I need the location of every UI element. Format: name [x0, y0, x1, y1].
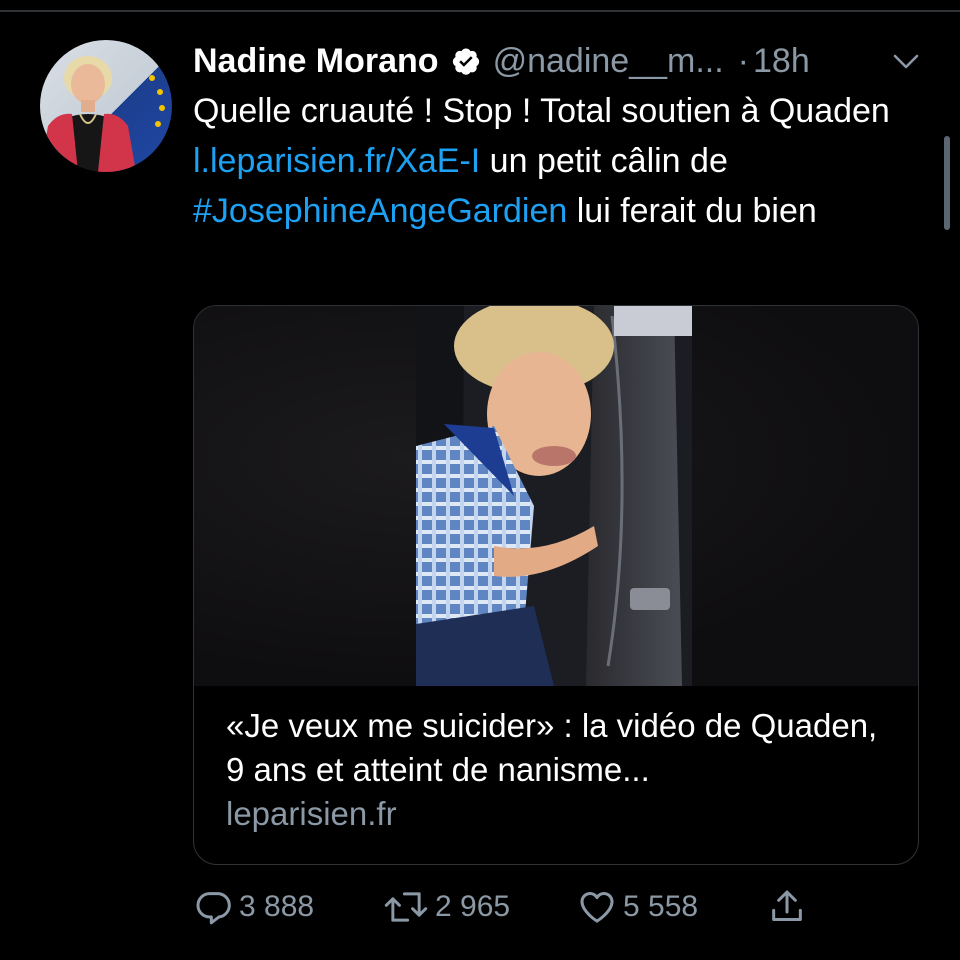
tweet-actions: 3 888 2 965 5 558 — [193, 885, 913, 929]
reply-icon — [196, 892, 231, 925]
card-image[interactable] — [194, 306, 918, 686]
reply-button[interactable]: 3 888 — [193, 885, 314, 929]
tweet-text-part: un petit câlin de — [480, 142, 728, 180]
tweet-header: Nadine Morano @nadine__m... · 18h — [193, 38, 810, 84]
like-button[interactable]: 5 558 — [577, 885, 698, 929]
author-name[interactable]: Nadine Morano — [193, 42, 439, 81]
retweet-count: 2 965 — [435, 890, 511, 923]
author-handle[interactable]: @nadine__m... — [493, 42, 724, 81]
chevron-down-icon[interactable] — [890, 48, 922, 74]
retweet-icon — [384, 892, 428, 922]
separator-dot: · — [737, 41, 749, 80]
heart-icon — [580, 892, 614, 923]
link-preview-card[interactable]: «Je veux me suicider» : la vidéo de Quad… — [193, 305, 919, 865]
card-domain: leparisien.fr — [226, 795, 397, 832]
timestamp[interactable]: 18h — [753, 42, 810, 81]
reply-count: 3 888 — [239, 890, 315, 923]
tweet-text-part: Quelle cruauté ! Stop ! Total soutien à … — [193, 92, 890, 130]
hashtag-link[interactable]: #JosephineAngeGardien — [193, 192, 567, 230]
card-text: «Je veux me suicider» : la vidéo de Quad… — [226, 704, 896, 836]
tweet-link[interactable]: l.leparisien.fr/XaE-I — [193, 142, 480, 180]
top-divider — [0, 10, 960, 12]
avatar[interactable] — [40, 40, 172, 172]
scrollbar[interactable] — [944, 136, 950, 230]
share-icon — [772, 890, 802, 921]
share-button[interactable] — [767, 885, 807, 929]
like-count: 5 558 — [623, 890, 699, 923]
tweet-text: Quelle cruauté ! Stop ! Total soutien à … — [193, 86, 913, 236]
card-title[interactable]: «Je veux me suicider» : la vidéo de Quad… — [226, 704, 896, 792]
retweet-button[interactable]: 2 965 — [383, 885, 510, 929]
tweet-text-part: lui ferait du bien — [567, 192, 817, 230]
verified-badge-icon — [452, 48, 479, 75]
